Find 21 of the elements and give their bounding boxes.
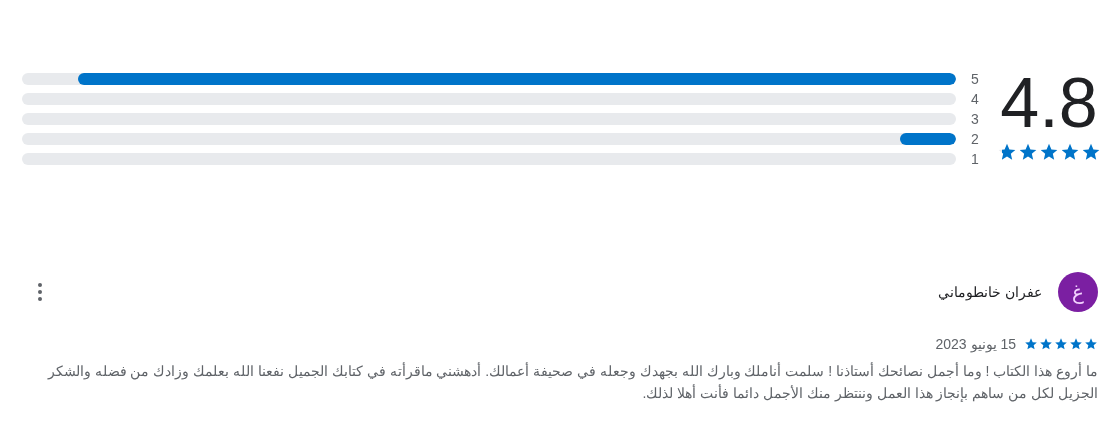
star-icon: [1039, 142, 1059, 162]
star-icon: [1069, 337, 1083, 351]
star-count-label: 3: [970, 113, 980, 125]
reviewer-name: عفران خانطوماني: [937, 284, 1042, 300]
star-count-label: 5: [970, 73, 980, 85]
star-count-label: 1: [970, 153, 980, 165]
star-icon: [1018, 142, 1038, 162]
more-vertical-icon: [38, 282, 42, 302]
star-icon: [1060, 142, 1080, 162]
avatar: غ: [1058, 272, 1098, 312]
star-icon: [1054, 337, 1068, 351]
star-icon: [997, 142, 1017, 162]
review-text: ما أروع هذا الكتاب ! وما أجمل نصائحك أستاذنا ! سلمت أناملك وبارك الله بجهدك وجعله في صحيفة أعمالك. أدهشني ماقرأته في كتابك الجميل نفعنا الله بعلمك وزادك من فضله والشكر الجزيل لكل من ساهم بإنجاز هذا العمل وننتظر منك الأجمل دائما فأنت أهلا لذلك.: [46, 361, 1098, 404]
star-icon: [1024, 337, 1038, 351]
rating-score: 4.8: [1000, 64, 1098, 142]
star-count-label: 2: [970, 133, 980, 145]
review-date: 15 يونيو 2023: [935, 336, 1016, 352]
star-count-label: 4: [970, 93, 980, 105]
star-icon: [1039, 337, 1053, 351]
star-icon: [1081, 142, 1101, 162]
star-icon: [1084, 337, 1098, 351]
